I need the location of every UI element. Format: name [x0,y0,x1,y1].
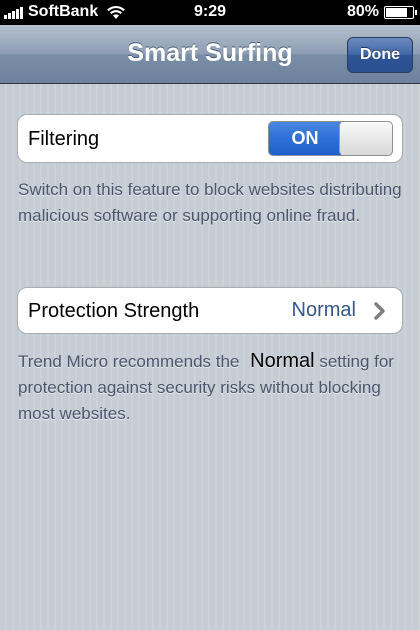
protection-strength-cell[interactable]: Protection Strength Normal [17,287,403,334]
status-right: 80% [346,3,417,21]
battery-percentage: 80% [346,3,379,20]
protection-strength-label: Protection Strength [28,300,200,322]
recommendation-text-before: Trend Micro recommends the [18,352,240,371]
recommendation-note: Trend Micro recommends the Normal settin… [18,348,403,427]
status-bar: SoftBank 9:29 80% [0,0,420,25]
filtering-description: Switch on this feature to block websites… [18,180,402,225]
battery-tip [415,9,417,15]
battery-fill [386,7,407,17]
done-button[interactable]: Done [347,37,413,73]
battery-icon [384,5,417,19]
toggle-on-label: ON [269,122,341,155]
chevron-right-icon [374,302,385,320]
toggle-knob[interactable] [339,122,392,155]
filtering-label: Filtering [28,128,100,150]
protection-strength-value: Normal [291,299,356,321]
navigation-bar: Smart Surfing Done [0,25,420,84]
recommendation-highlight: Normal [250,350,315,372]
filtering-cell: Filtering ON [17,114,403,163]
filtering-toggle[interactable]: ON [268,121,393,156]
